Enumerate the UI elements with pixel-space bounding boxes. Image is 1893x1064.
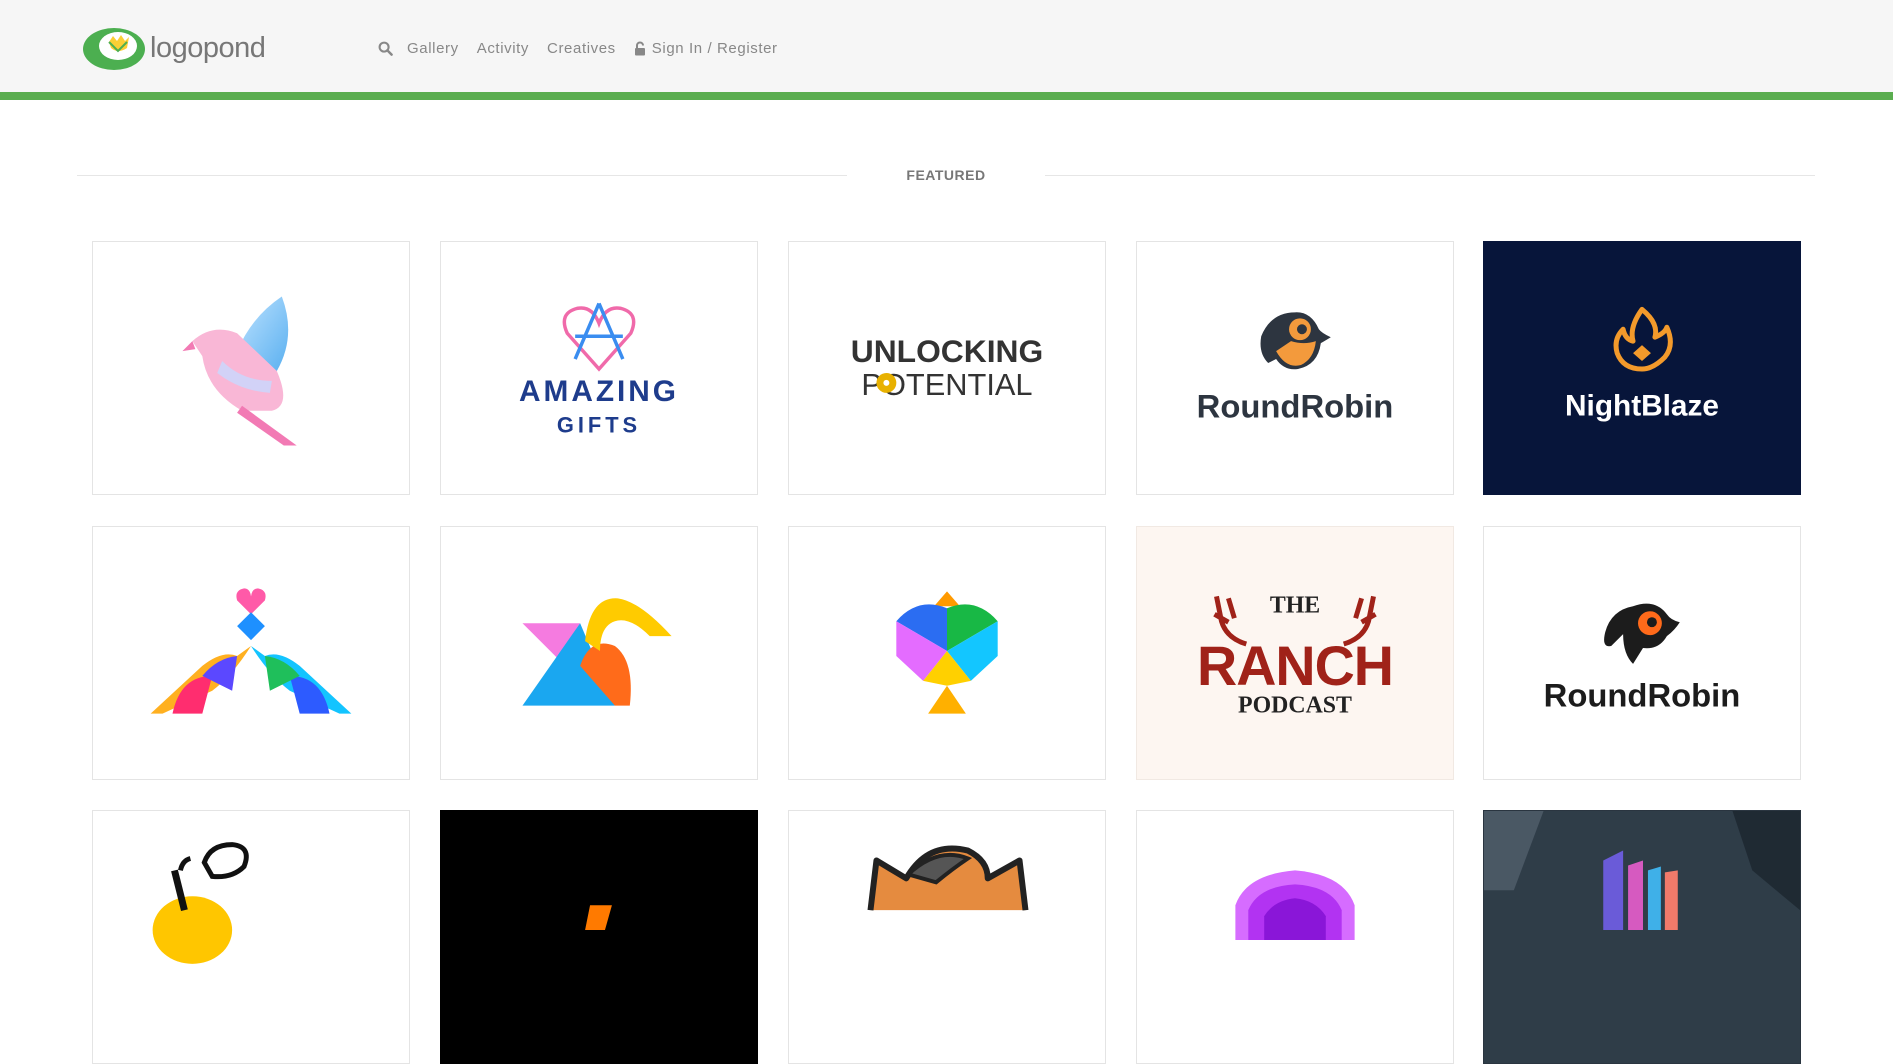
logo-card[interactable]: AMAZING GIFTS [440, 241, 758, 495]
signin-register-link[interactable]: Sign In / Register [634, 40, 778, 57]
top-header: logopond Gallery Activity Creatives Sign… [0, 0, 1893, 100]
card-text: UNLOCKING [851, 333, 1043, 369]
amazing-gifts-logo-image: AMAZING GIFTS [519, 302, 679, 438]
logo-card[interactable] [788, 810, 1106, 1064]
the-ranch-podcast-logo-image: THE RANCH PODCAST [1197, 592, 1394, 719]
logo-card[interactable] [92, 241, 410, 495]
lotus-logo-icon [83, 28, 145, 70]
lovebirds-logo-image [150, 588, 352, 714]
city-photo-logo-image [1484, 811, 1800, 1063]
search-button[interactable] [378, 41, 393, 56]
logo-card[interactable] [440, 526, 758, 780]
card-text: RoundRobin [1197, 388, 1394, 425]
logo-card[interactable] [1136, 810, 1454, 1064]
card-text: GIFTS [557, 413, 641, 438]
card-text: PODCAST [1238, 693, 1352, 719]
logo-card[interactable] [1483, 810, 1801, 1064]
nav-creatives-link[interactable]: Creatives [547, 40, 616, 57]
card-text: NightBlaze [1565, 390, 1719, 423]
logo-card[interactable] [92, 526, 410, 780]
logo-card[interactable] [788, 526, 1106, 780]
card-text: AMAZING [519, 375, 679, 408]
logo-wordmark: logopond [150, 32, 266, 64]
search-icon [378, 41, 393, 56]
roundrobin-logo-image: RoundRobin [1197, 312, 1394, 425]
card-text: RoundRobin [1544, 677, 1741, 714]
logo-card[interactable]: UNLOCKING POTENTIAL [788, 241, 1106, 495]
spade-bird-logo-image [896, 591, 998, 714]
bee-logo-image [152, 842, 249, 964]
card-text: THE [1270, 592, 1320, 618]
logo-card[interactable]: RoundRobin [1136, 241, 1454, 495]
lock-icon [634, 41, 645, 56]
card-text: RANCH [1197, 635, 1393, 697]
hummingbird-logo-image [182, 296, 297, 446]
logo-card[interactable] [440, 810, 758, 1064]
signin-label: Sign In / Register [651, 40, 778, 57]
site-logo[interactable]: logopond [82, 24, 282, 72]
purple-hexagon-logo-image [1235, 870, 1355, 940]
logo-card[interactable]: RoundRobin [1483, 526, 1801, 780]
logo-card[interactable] [92, 810, 410, 1064]
divider-right [1045, 175, 1815, 176]
unlocking-potential-logo-image: UNLOCKING POTENTIAL [851, 333, 1043, 402]
animal-mascot-logo-image [867, 845, 1029, 911]
swan-logo-image [522, 598, 672, 706]
nightblaze-logo-image: NightBlaze [1565, 306, 1719, 423]
dark-logo-image [585, 905, 612, 931]
logo-card[interactable]: NightBlaze [1483, 241, 1801, 495]
nav-gallery-link[interactable]: Gallery [407, 40, 459, 57]
nav-activity-link[interactable]: Activity [477, 40, 529, 57]
main-nav: Gallery Activity Creatives Sign In / Reg… [378, 40, 778, 57]
roundrobin-logo-image: RoundRobin [1544, 603, 1741, 714]
logo-card[interactable]: THE RANCH PODCAST [1136, 526, 1454, 780]
